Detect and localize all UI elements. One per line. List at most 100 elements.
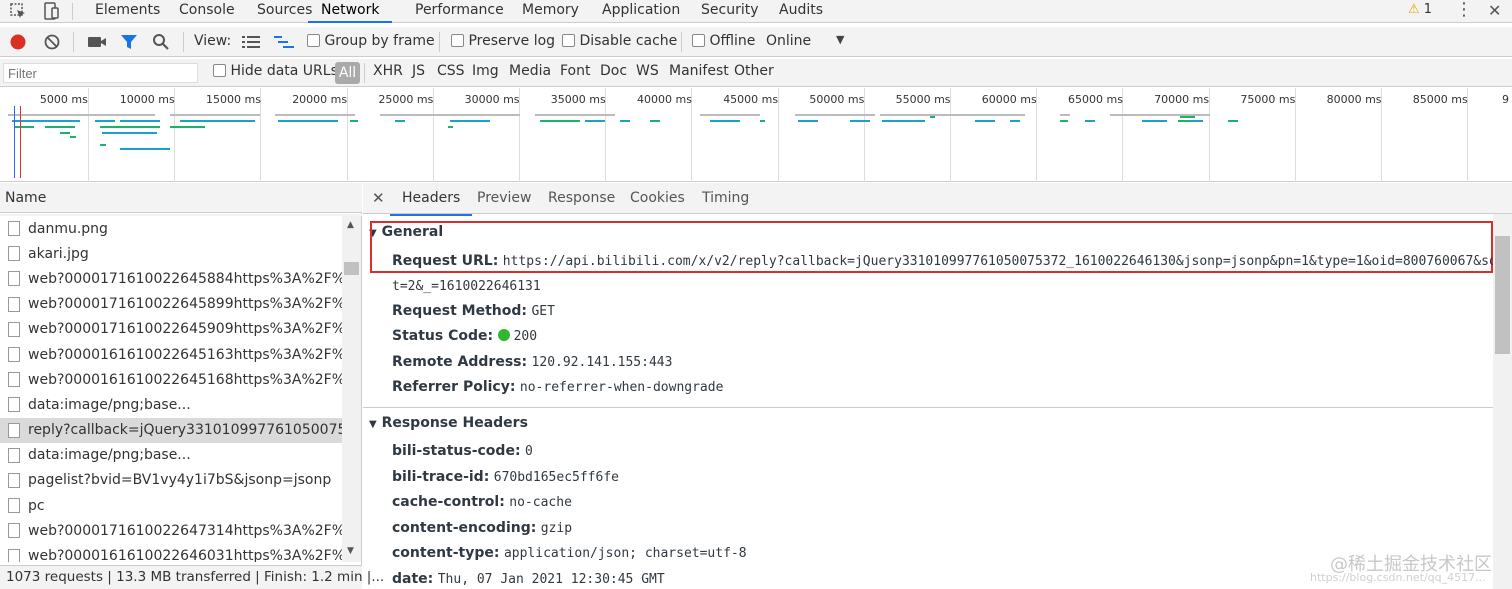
response-headers-section-header[interactable]: ▼ Response Headers xyxy=(369,415,528,431)
tab-application[interactable]: Application xyxy=(602,0,680,23)
filter-type-other[interactable]: Other xyxy=(734,63,774,79)
header-value: gzip xyxy=(540,520,573,536)
details-tab-bar: ✕ Headers Preview Response Cookies Timin… xyxy=(363,183,1512,216)
response-header-row: content-encoding: gzip xyxy=(392,520,572,536)
request-row[interactable]: web?0000161610022645168https%3A%2F%2Fww.… xyxy=(0,367,342,392)
tab-security[interactable]: Security xyxy=(701,0,759,23)
request-url-label: Request URL: xyxy=(392,253,499,269)
header-value: 0 xyxy=(525,444,533,459)
waterfall-overview-icon[interactable] xyxy=(274,35,294,49)
filter-type-doc[interactable]: Doc xyxy=(600,63,627,79)
timeline-tick-label: 9 xyxy=(1502,93,1509,106)
filter-input[interactable] xyxy=(3,63,198,83)
filter-type-img[interactable]: Img xyxy=(472,63,499,79)
request-details-pane: ✕ Headers Preview Response Cookies Timin… xyxy=(363,183,1512,589)
file-icon xyxy=(8,347,20,363)
scroll-down-arrow-icon[interactable]: ▼ xyxy=(347,546,354,556)
scrollbar-thumb[interactable] xyxy=(1495,236,1510,354)
request-row[interactable]: akari.jpg xyxy=(0,241,342,266)
request-row[interactable]: web?0000171610022645909https%3A%2F%2Fww.… xyxy=(0,317,342,342)
filter-type-manifest[interactable]: Manifest xyxy=(669,63,729,79)
tab-performance[interactable]: Performance xyxy=(415,0,504,23)
request-row[interactable]: web?000017161002264588​4https%3A%2F%2Fww… xyxy=(0,266,342,291)
disable-cache-checkbox[interactable] xyxy=(562,34,575,47)
timeline-request-bar xyxy=(275,114,355,116)
request-row[interactable]: danmu.png xyxy=(0,216,342,241)
timeline-request-bar xyxy=(180,120,255,122)
header-key: date: xyxy=(392,570,434,587)
device-toggle-icon[interactable] xyxy=(42,2,60,20)
request-url-row-wrap: t=2&_=1610022646131 xyxy=(392,278,541,294)
tab-audits[interactable]: Audits xyxy=(779,0,823,23)
more-vert-icon[interactable]: ⋮ xyxy=(1455,0,1473,20)
preserve-log-checkbox[interactable] xyxy=(451,34,464,47)
tab-preview[interactable]: Preview xyxy=(477,183,532,214)
file-icon xyxy=(8,523,20,539)
request-row[interactable]: web?0000171610022647314https%3A%2F%2Fww.… xyxy=(0,518,342,543)
tab-memory[interactable]: Memory xyxy=(522,0,579,23)
close-details-icon[interactable]: ✕ xyxy=(372,183,385,214)
group-by-frame-checkbox[interactable] xyxy=(307,34,320,47)
file-icon xyxy=(8,271,20,287)
network-overview-timeline[interactable]: 5000 ms 10000 ms 15000 ms 20000 ms 25000 ms 3… xyxy=(0,88,1512,182)
large-rows-icon[interactable] xyxy=(242,35,260,49)
request-row[interactable]: pagelist?bvid=BV1vy4y1i7bS&jsonp=jsonp xyxy=(0,468,342,493)
tab-timing[interactable]: Timing xyxy=(702,183,749,214)
timeline-request-bar xyxy=(1110,114,1210,116)
request-name: pagelist?bvid=BV1vy4y1i7bS&jsonp=jsonp xyxy=(28,472,332,489)
offline-toggle[interactable]: Offline xyxy=(692,33,755,49)
request-name: web?000017161002264588​4https%3A%2F%2Fww… xyxy=(28,270,342,287)
request-row[interactable]: web?0000161610022646031https%3A%2F%2Fww.… xyxy=(0,543,342,562)
request-row[interactable]: web?0000171610022645899https%3A%2F%2Fww.… xyxy=(0,292,342,317)
throttling-select[interactable]: Online ▼ xyxy=(766,33,844,49)
screenshot-camera-icon[interactable] xyxy=(87,34,107,50)
filter-type-ws[interactable]: WS xyxy=(636,63,659,79)
clear-icon[interactable] xyxy=(43,33,61,51)
referrer-policy-value: no-referrer-when-downgrade xyxy=(519,380,724,395)
filter-type-xhr[interactable]: XHR xyxy=(373,63,403,79)
timeline-request-bar xyxy=(395,120,405,122)
inspect-element-icon[interactable] xyxy=(9,2,27,20)
request-row[interactable]: reply?callback=jQuery3310109977610500753… xyxy=(0,417,342,443)
request-list-scrollbar[interactable]: ▲ ▼ xyxy=(342,216,361,562)
request-row[interactable]: web?0000161610022645163https%3A%2F%2Fww.… xyxy=(0,342,342,367)
response-header-row: date: Thu, 07 Jan 2021 12:30:45 GMT xyxy=(392,571,665,587)
filter-type-media[interactable]: Media xyxy=(509,63,551,79)
filter-type-js[interactable]: JS xyxy=(412,63,425,79)
request-row[interactable]: data:image/png;base... xyxy=(0,392,342,417)
preserve-log-toggle[interactable]: Preserve log xyxy=(451,33,555,49)
warning-indicator[interactable]: ⚠ 1 xyxy=(1408,2,1432,17)
timeline-request-bar xyxy=(278,120,338,122)
close-icon[interactable]: ✕ xyxy=(1488,0,1501,22)
response-headers-title: Response Headers xyxy=(381,415,528,431)
tab-headers[interactable]: Headers xyxy=(390,183,473,216)
offline-checkbox[interactable] xyxy=(692,34,705,47)
request-url-row: Request URL: https://api.bilibili.com/x/… xyxy=(392,253,1505,269)
record-icon[interactable] xyxy=(9,33,27,51)
tab-elements[interactable]: Elements xyxy=(95,0,160,23)
request-row[interactable]: data:image/png;base... xyxy=(0,443,342,468)
search-icon[interactable] xyxy=(152,33,170,51)
timeline-tick-label: 10000 ms xyxy=(119,93,175,106)
tab-console[interactable]: Console xyxy=(179,0,235,23)
group-by-frame-toggle[interactable]: Group by frame xyxy=(307,33,435,49)
name-column-header[interactable]: Name xyxy=(0,183,362,213)
filter-type-css[interactable]: CSS xyxy=(437,63,465,79)
tab-cookies[interactable]: Cookies xyxy=(630,183,685,214)
details-scrollbar[interactable] xyxy=(1493,214,1512,589)
timeline-request-bar xyxy=(100,144,106,146)
scrollbar-thumb[interactable] xyxy=(344,262,359,275)
scroll-up-arrow-icon[interactable]: ▲ xyxy=(347,220,354,230)
hide-data-urls-checkbox[interactable] xyxy=(213,64,226,77)
request-row[interactable]: pc xyxy=(0,493,342,518)
file-icon xyxy=(8,397,20,413)
disable-cache-toggle[interactable]: Disable cache xyxy=(562,33,677,49)
hide-data-urls-toggle[interactable]: Hide data URLs xyxy=(213,63,338,79)
tab-sources[interactable]: Sources xyxy=(257,0,312,23)
filter-type-font[interactable]: Font xyxy=(560,63,590,79)
tab-network[interactable]: Network xyxy=(308,0,393,23)
filter-icon[interactable] xyxy=(120,33,138,51)
tab-response[interactable]: Response xyxy=(548,183,615,214)
filter-type-all[interactable]: All xyxy=(335,62,360,84)
hide-data-urls-label: Hide data URLs xyxy=(230,63,338,79)
